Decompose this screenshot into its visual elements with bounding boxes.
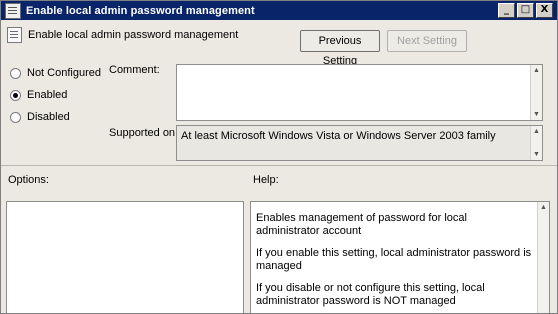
help-paragraph: If you disable or not configure this set… — [256, 282, 485, 307]
supported-scrollbar[interactable]: ▲ ▼ — [530, 126, 542, 160]
supported-on-label: Supported on: — [109, 127, 179, 139]
previous-setting-button[interactable]: Previous Setting — [300, 30, 380, 67]
policy-document-icon — [5, 2, 21, 19]
help-scrollbar[interactable]: ▲ — [537, 202, 549, 313]
section-divider — [1, 165, 557, 166]
comment-scrollbar[interactable]: ▲ ▼ — [530, 65, 542, 120]
options-label: Options: — [8, 174, 49, 186]
scroll-up-arrow-icon[interactable]: ▲ — [538, 202, 549, 213]
next-setting-button[interactable]: Next Setting — [387, 30, 467, 52]
radio-not-configured-indicator[interactable] — [10, 67, 21, 79]
close-button[interactable]: X — [536, 3, 553, 18]
minimize-button[interactable]: _ — [498, 3, 515, 18]
scroll-down-arrow-icon[interactable]: ▼ — [531, 109, 542, 120]
comment-textarea[interactable]: ▲ ▼ — [176, 64, 543, 121]
help-paragraph: If you enable this setting, local admini… — [256, 247, 532, 272]
help-text: Enables management of password for local… — [256, 212, 533, 313]
supported-on-field: At least Microsoft Windows Vista or Wind… — [176, 125, 543, 161]
scroll-down-arrow-icon[interactable]: ▼ — [531, 149, 542, 160]
radio-disabled-label: Disabled — [27, 111, 70, 123]
maximize-button[interactable]: □ — [517, 3, 534, 18]
comment-label: Comment: — [109, 64, 160, 76]
supported-on-value: At least Microsoft Windows Vista or Wind… — [181, 130, 496, 142]
radio-disabled[interactable]: Disabled — [10, 111, 70, 123]
radio-enabled-indicator[interactable] — [10, 89, 21, 101]
policy-setting-window: Enable local admin password management _… — [0, 0, 558, 314]
scroll-up-arrow-icon[interactable]: ▲ — [531, 126, 542, 137]
window-controls: _ □ X — [498, 3, 553, 18]
scroll-up-arrow-icon[interactable]: ▲ — [531, 65, 542, 76]
radio-enabled-label: Enabled — [27, 89, 68, 101]
radio-not-configured-label: Not Configured — [27, 67, 101, 79]
policy-name: Enable local admin password management — [28, 29, 239, 41]
radio-enabled[interactable]: Enabled — [10, 89, 67, 101]
help-panel: Enables management of password for local… — [250, 201, 550, 313]
window-title: Enable local admin password management — [26, 4, 255, 17]
options-panel[interactable] — [6, 201, 244, 313]
help-paragraph: Enables management of password for local… — [256, 212, 467, 237]
radio-disabled-indicator[interactable] — [10, 111, 21, 123]
policy-setting-icon — [7, 27, 22, 43]
title-bar[interactable]: Enable local admin password management _… — [1, 1, 557, 20]
policy-header: Enable local admin password management — [7, 27, 238, 43]
help-label: Help: — [253, 174, 279, 186]
radio-not-configured[interactable]: Not Configured — [10, 67, 101, 79]
